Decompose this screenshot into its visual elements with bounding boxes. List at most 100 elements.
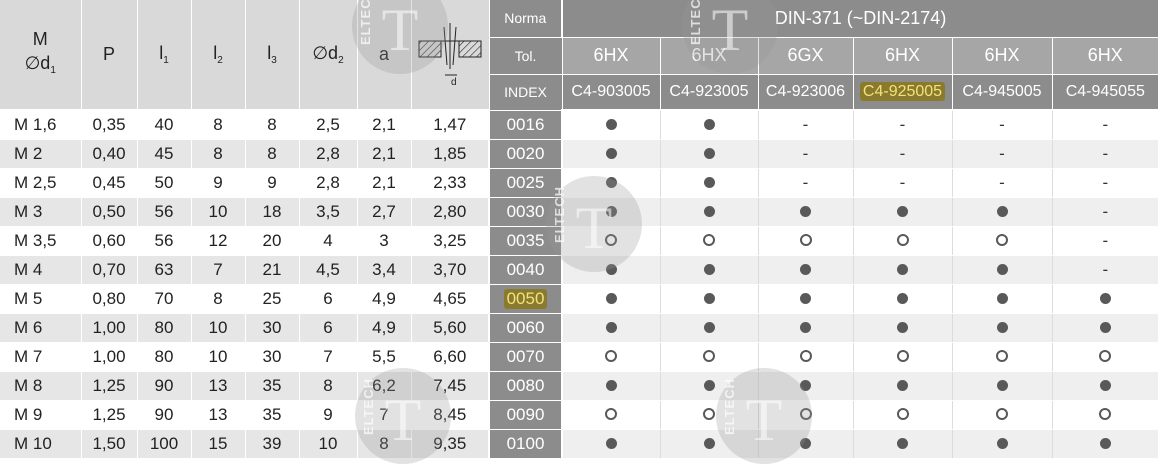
open-circle-icon (703, 234, 715, 246)
cell-pitch: 0,35 (81, 110, 138, 140)
filled-dot-icon (800, 206, 811, 217)
cell-length-l2: 13 (191, 400, 246, 430)
norma-label: Norma (489, 0, 562, 38)
cell-diameter-d2: 7 (299, 342, 358, 372)
index-value: 0090 (506, 405, 545, 424)
tolerance-header: 6HX (1051, 37, 1158, 75)
filled-dot-icon (996, 293, 1008, 304)
cell-size: M 8 (0, 371, 82, 401)
open-circle-icon (1099, 350, 1112, 362)
availability-cell (1051, 342, 1158, 372)
cell-diameter-d2: 6 (299, 313, 358, 343)
availability-cell (951, 400, 1052, 430)
cell-diameter-d2: 8 (299, 371, 358, 401)
cell-diameter-d2: 2,5 (299, 110, 358, 140)
cell-index: 0060 (488, 313, 563, 343)
open-circle-icon (703, 408, 715, 420)
dash-mark: - (1102, 173, 1109, 192)
availability-cell (852, 342, 952, 372)
dash-mark: - (1102, 231, 1109, 250)
filled-dot-icon (605, 322, 617, 333)
table-row: M 2,5 0,45 50 9 9 2,8 2,1 2,33 0025- - - - (0, 168, 1158, 198)
availability-cell: - (852, 139, 952, 169)
availability-cell (561, 371, 660, 401)
filled-dot-icon (605, 177, 617, 188)
cell-length-l1: 90 (137, 400, 192, 430)
diagram-d-label: d (451, 77, 457, 87)
cell-a-value: 3,4 (357, 255, 412, 285)
availability-cell (852, 429, 952, 459)
filled-dot-icon (897, 206, 908, 217)
cell-a-value: 4,9 (357, 284, 412, 314)
header-m-diameter: ∅d1 (24, 52, 56, 76)
availability-cell (561, 284, 660, 314)
product-code-header: C4-945055 (1051, 74, 1158, 111)
table-row: M 9 1,25 90 13 35 9 7 8,45 0090 (0, 400, 1158, 430)
filled-dot-icon (1099, 438, 1111, 449)
availability-cell (659, 226, 758, 256)
availability-cell: - (757, 168, 853, 198)
open-circle-icon (799, 234, 812, 246)
product-code-label: C4-945005 (962, 82, 1042, 100)
filled-dot-icon (897, 380, 908, 391)
open-circle-icon (896, 234, 909, 246)
availability-cell (757, 342, 853, 372)
open-circle-icon (896, 350, 909, 362)
cell-pitch: 0,45 (81, 168, 138, 198)
cell-dimension-value: 3,70 (411, 255, 490, 285)
filled-dot-icon (605, 119, 617, 130)
cell-a-value: 2,7 (357, 197, 412, 227)
thread-diagram-icon: d (418, 23, 482, 88)
availability-cell (659, 110, 758, 140)
filled-dot-icon (703, 322, 715, 333)
availability-cell (659, 371, 758, 401)
availability-cell (561, 400, 660, 430)
filled-dot-icon (703, 206, 715, 217)
cell-dimension-value: 4,65 (411, 284, 490, 314)
availability-cell: - (951, 139, 1052, 169)
filled-dot-icon (800, 380, 811, 391)
product-code-header: C4-923006 (757, 74, 853, 111)
norma-value: DIN-371 (~DIN-2174) (560, 0, 1158, 38)
availability-cell (659, 139, 758, 169)
cell-size: M 9 (0, 400, 82, 430)
filled-dot-icon (605, 438, 617, 449)
filled-dot-icon (897, 293, 908, 304)
cell-size: M 4 (0, 255, 82, 285)
cell-length-l1: 56 (137, 226, 192, 256)
availability-cell: - (1051, 226, 1158, 256)
dash-mark: - (999, 115, 1005, 134)
filled-dot-icon (605, 206, 617, 217)
open-circle-icon (1099, 408, 1112, 420)
cell-dimension-value: 1,47 (411, 110, 490, 140)
index-value: 0080 (506, 376, 545, 395)
cell-size: M 3 (0, 197, 82, 227)
availability-cell (852, 255, 952, 285)
cell-length-l2: 7 (191, 255, 246, 285)
filled-dot-icon (800, 293, 811, 304)
availability-cell (561, 342, 660, 372)
cell-length-l1: 70 (137, 284, 192, 314)
cell-length-l3: 39 (245, 429, 300, 459)
filled-dot-icon (800, 438, 811, 449)
cell-pitch: 0,70 (81, 255, 138, 285)
filled-dot-icon (703, 293, 715, 304)
header-diagram: d (411, 0, 490, 111)
filled-dot-icon (605, 148, 617, 159)
tolerance-header: 6GX (757, 37, 853, 75)
filled-dot-icon (1099, 322, 1111, 333)
dash-mark: - (899, 173, 906, 192)
availability-cell (757, 197, 853, 227)
index-value: 0035 (506, 231, 545, 250)
cell-length-l2: 15 (191, 429, 246, 459)
cell-dimension-value: 6,60 (411, 342, 490, 372)
availability-cell (757, 400, 853, 430)
cell-diameter-d2: 4 (299, 226, 358, 256)
cell-length-l3: 20 (245, 226, 300, 256)
table-row: M 8 1,25 90 13 35 8 6,2 7,45 0080 (0, 371, 1158, 401)
cell-length-l1: 50 (137, 168, 192, 198)
availability-cell (852, 313, 952, 343)
cell-diameter-d2: 2,8 (299, 168, 358, 198)
cell-length-l2: 8 (191, 139, 246, 169)
cell-index: 0090 (488, 400, 563, 430)
